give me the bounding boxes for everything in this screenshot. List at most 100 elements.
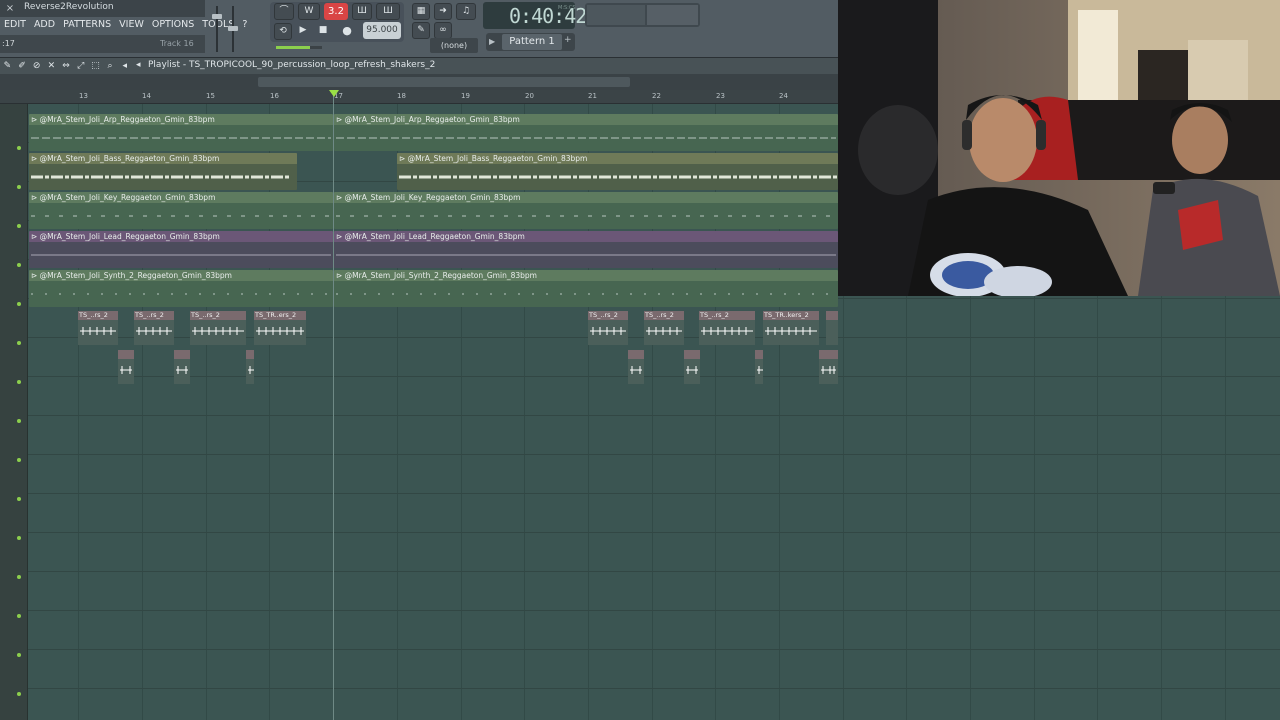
clip-label: TS_..rs_2 — [699, 311, 755, 320]
pencil-icon[interactable]: ✎ — [412, 22, 430, 39]
playhead-marker-icon[interactable] — [329, 90, 339, 97]
track-led-icon[interactable] — [17, 263, 21, 267]
bell-icon[interactable]: ♫ — [456, 3, 476, 20]
close-icon[interactable]: × — [4, 3, 16, 15]
clip-hit[interactable] — [755, 350, 763, 384]
main-volume-bar[interactable] — [276, 46, 322, 49]
wait-input-icon[interactable]: W — [298, 3, 320, 20]
clip-label — [118, 350, 134, 359]
countdown-indicator[interactable]: 3.2 — [324, 3, 348, 20]
loop-mode-icon[interactable]: ⟲ — [274, 23, 292, 40]
clip-hit[interactable] — [628, 350, 644, 384]
bar-number: 21 — [588, 92, 597, 100]
master-pitch-slider[interactable] — [228, 6, 238, 52]
track-led-icon[interactable] — [17, 185, 21, 189]
playlist-tools: ✎ ✐ ⊘ ✕ ⇔ ⤢ ⬚ ⌕ ◂ — [0, 58, 130, 74]
track-led-icon[interactable] — [17, 341, 21, 345]
bar-number: 16 — [270, 92, 279, 100]
stop-button[interactable]: ■ — [314, 23, 332, 40]
menu-edit[interactable]: EDIT — [0, 17, 30, 33]
menu-add[interactable]: ADD — [30, 17, 59, 33]
pattern-selector[interactable]: ▶ Pattern 1 + — [486, 33, 575, 51]
track-led-icon[interactable] — [17, 536, 21, 540]
toolbar: × Reverse2Revolution EDIT ADD PATTERNS V… — [0, 0, 838, 58]
track-led-icon[interactable] — [17, 497, 21, 501]
tempo-display[interactable]: 95.000 — [363, 22, 401, 39]
draw-tool-icon[interactable]: ✎ — [2, 61, 13, 72]
menu-options[interactable]: OPTIONS — [148, 17, 198, 33]
pattern-name[interactable]: Pattern 1 — [502, 34, 562, 50]
clip-percussion[interactable]: TS_..rs_2 — [699, 311, 755, 345]
clip-percussion[interactable]: TS_..rs_2 — [190, 311, 246, 345]
menu-view[interactable]: VIEW — [115, 17, 148, 33]
track-led-icon[interactable] — [17, 458, 21, 462]
clip-lead[interactable]: ⊳ @MrA_Stem_Joli_Lead_Reggaeton_Gmin_83b… — [334, 231, 838, 268]
play-button[interactable]: ▶ — [294, 23, 312, 40]
scrollbar-thumb[interactable] — [258, 77, 630, 87]
clip-percussion[interactable]: TS_TR..kers_2 — [763, 311, 819, 345]
master-volume-slider[interactable] — [212, 6, 222, 52]
timeline-ruler[interactable]: 13 14 15 16 17 18 19 20 21 22 23 24 — [0, 90, 838, 104]
track-led-icon[interactable] — [17, 380, 21, 384]
arrow-icon[interactable]: ➜ — [434, 3, 452, 20]
menu-help[interactable]: ? — [238, 17, 251, 33]
piano-roll-icon[interactable]: ▦ — [412, 3, 430, 20]
clip-bass[interactable]: ⊳ @MrA_Stem_Joli_Bass_Reggaeton_Gmin_83b… — [29, 153, 297, 190]
bar-number: 24 — [779, 92, 788, 100]
clip-lead[interactable]: ⊳ @MrA_Stem_Joli_Lead_Reggaeton_Gmin_83b… — [29, 231, 333, 268]
clip-label: ⊳ @MrA_Stem_Joli_Arp_Reggaeton_Gmin_83bp… — [334, 114, 838, 125]
clip-hit[interactable] — [174, 350, 190, 384]
clip-hit[interactable] — [684, 350, 700, 384]
clip-bass[interactable]: ⊳ @MrA_Stem_Joli_Bass_Reggaeton_Gmin_83b… — [397, 153, 838, 190]
clip-synth[interactable]: ⊳ @MrA_Stem_Joli_Synth_2_Reggaeton_Gmin_… — [29, 270, 333, 307]
clip-percussion[interactable]: TS_..rs_2 — [588, 311, 628, 345]
slip-tool-icon[interactable]: ⇔ — [61, 61, 72, 72]
record-button[interactable]: ● — [338, 23, 356, 40]
snap-select[interactable]: (none) — [430, 38, 478, 53]
clip-percussion[interactable]: TS_..rs_2 — [644, 311, 684, 345]
clip-percussion[interactable]: TS_..rs_2 — [78, 311, 118, 345]
mute-tool-icon[interactable]: ✕ — [46, 61, 57, 72]
clip-label — [826, 311, 838, 320]
step-edit-icon[interactable]: Ш — [352, 3, 372, 20]
clip-label: ⊳ @MrA_Stem_Joli_Bass_Reggaeton_Gmin_83b… — [397, 153, 838, 164]
link-icon[interactable]: ∞ — [434, 22, 452, 39]
menu-patterns[interactable]: PATTERNS — [59, 17, 115, 33]
clip-hit[interactable] — [246, 350, 254, 384]
playlist-arrow-icon[interactable]: ◂ — [136, 60, 141, 70]
horizontal-scrollbar[interactable] — [0, 74, 838, 90]
track-led-icon[interactable] — [17, 692, 21, 696]
clip-key[interactable]: ⊳ @MrA_Stem_Joli_Key_Reggaeton_Gmin_83bp… — [334, 192, 838, 229]
select-tool-icon[interactable]: ⬚ — [90, 61, 101, 72]
playback-tool-icon[interactable]: ◂ — [119, 61, 130, 72]
track-led-icon[interactable] — [17, 302, 21, 306]
metronome-icon[interactable]: ⌒ — [274, 3, 294, 20]
clip-label — [819, 350, 838, 359]
clip-arp[interactable]: ⊳ @MrA_Stem_Joli_Arp_Reggaeton_Gmin_83bp… — [334, 114, 838, 151]
paint-tool-icon[interactable]: ✐ — [17, 61, 28, 72]
clip-percussion[interactable]: TS_TR..ers_2 — [254, 311, 306, 345]
track-led-icon[interactable] — [17, 419, 21, 423]
slice-tool-icon[interactable]: ⤢ — [75, 61, 86, 72]
delete-tool-icon[interactable]: ⊘ — [31, 61, 42, 72]
track-led-icon[interactable] — [17, 224, 21, 228]
clip-arp[interactable]: ⊳ @MrA_Stem_Joli_Arp_Reggaeton_Gmin_83bp… — [29, 114, 333, 151]
track-led-icon[interactable] — [17, 614, 21, 618]
bar-number: 14 — [142, 92, 151, 100]
clip-label — [684, 350, 700, 359]
track-led-icon[interactable] — [17, 575, 21, 579]
track-led-icon[interactable] — [17, 146, 21, 150]
clip-hit[interactable] — [118, 350, 134, 384]
clip-synth[interactable]: ⊳ @MrA_Stem_Joli_Synth_2_Reggaeton_Gmin_… — [334, 270, 838, 307]
loop-record-icon[interactable]: Ш — [376, 3, 400, 20]
playhead-line[interactable] — [333, 90, 334, 720]
clip-hit[interactable] — [819, 350, 838, 384]
clip-percussion[interactable] — [826, 311, 838, 345]
clip-percussion[interactable]: TS_..rs_2 — [134, 311, 174, 345]
zoom-tool-icon[interactable]: ⌕ — [105, 61, 116, 72]
clip-label: ⊳ @MrA_Stem_Joli_Lead_Reggaeton_Gmin_83b… — [29, 231, 333, 242]
pattern-play-icon[interactable]: ▶ — [489, 36, 499, 48]
track-led-icon[interactable] — [17, 653, 21, 657]
clip-key[interactable]: ⊳ @MrA_Stem_Joli_Key_Reggaeton_Gmin_83bp… — [29, 192, 333, 229]
pattern-add-icon[interactable]: + — [564, 35, 572, 45]
